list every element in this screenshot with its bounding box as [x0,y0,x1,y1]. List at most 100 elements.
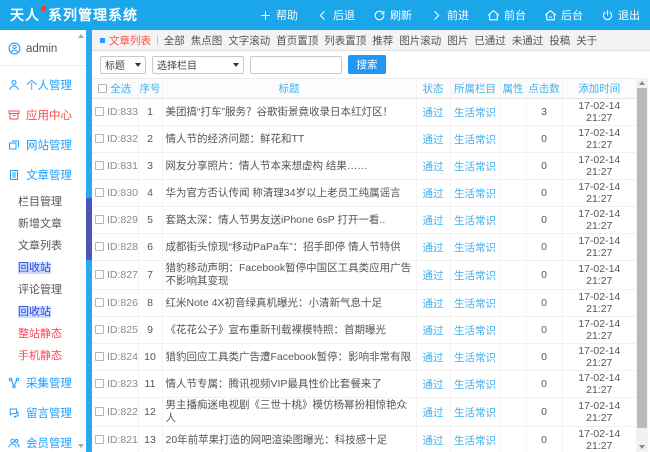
front-site-button[interactable]: 前台 [487,7,526,23]
tab-item[interactable]: 文字滚动 [228,35,270,47]
row-title-link[interactable]: 《花花公子》宣布重新刊载裸模特照：首期曝光 [166,324,387,336]
tab-item[interactable]: 列表置顶 [324,35,366,47]
submenu-new-article[interactable]: 新增文章 [0,212,86,234]
sidebar-item-site-management[interactable]: 网站管理 [0,130,86,160]
row-checkbox[interactable] [95,107,104,116]
submenu-comment-management[interactable]: 评论管理 [0,278,86,300]
row-status-link[interactable]: 通过 [423,215,444,227]
row-title-link[interactable]: 20年前苹果打造的网吧渲染图曝光：科技感十足 [166,434,388,446]
row-checkbox[interactable] [95,215,104,224]
sidebar-scrollbar[interactable] [86,30,92,452]
row-checkbox[interactable] [95,435,104,444]
refresh-button[interactable]: 刷新 [373,7,412,23]
category-select[interactable]: 选择栏目 [152,56,244,74]
submenu-site-static[interactable]: 整站静态 [0,322,86,344]
row-status-link[interactable]: 通过 [423,134,444,146]
sidebar-scroll-up-icon[interactable] [78,34,84,38]
row-title-link[interactable]: 网友分享照片：情人节本来想虚构 结果…… [166,160,368,172]
row-title-link[interactable]: 猎豹移动声明：Facebook暂停中国区工具类应用广告不影响其变现 [166,262,412,287]
tab-item[interactable]: 焦点图 [191,35,223,47]
tab-article-list[interactable]: 文章列表 [109,33,151,48]
row-category-link[interactable]: 生活常识 [454,407,496,419]
row-category-link[interactable]: 生活常识 [454,270,496,282]
row-checkbox[interactable] [95,298,104,307]
logout-button[interactable]: 退出 [601,7,640,23]
row-category-link[interactable]: 生活常识 [454,242,496,254]
row-status-link[interactable]: 通过 [423,298,444,310]
row-status-link[interactable]: 通过 [423,435,444,447]
row-category-link[interactable]: 生活常识 [454,134,496,146]
submenu-mobile-static[interactable]: 手机静态 [0,344,86,366]
sidebar-item-personal[interactable]: 个人管理 [0,70,86,100]
back-site-button[interactable]: 后台 [544,7,583,23]
row-title-link[interactable]: 红米Note 4X初音绿真机曝光：小清新气息十足 [166,297,382,309]
row-checkbox[interactable] [95,352,104,361]
row-title-link[interactable]: 套路太深：情人节男友送iPhone 6sP 打开一看.. [166,214,386,226]
row-status-link[interactable]: 通过 [423,379,444,391]
scroll-up-arrow-icon[interactable] [639,81,645,85]
search-button[interactable]: 搜索 [348,55,386,74]
tab-item[interactable]: 关于 [576,35,597,47]
row-checkbox[interactable] [95,242,104,251]
sidebar-scroll-down-icon[interactable] [78,444,84,448]
select-all-checkbox[interactable] [98,84,107,93]
row-status-link[interactable]: 通过 [423,107,444,119]
row-title-link[interactable]: 华为官方否认传闻 称清理34岁以上老员工纯属谣言 [166,187,401,199]
row-status-link[interactable]: 通过 [423,161,444,173]
submenu-recycle-bin-2[interactable]: 回收站 [0,300,86,322]
tab-item[interactable]: 推荐 [372,35,393,47]
row-title-link[interactable]: 情人节专属：腾讯视频VIP最具性价比套餐来了 [166,378,382,390]
row-status-link[interactable]: 通过 [423,325,444,337]
row-title-link[interactable]: 情人节的经济问题：鲜花和TT [166,133,305,145]
tab-item[interactable]: 投稿 [549,35,570,47]
row-status-link[interactable]: 通过 [423,270,444,282]
row-category-link[interactable]: 生活常识 [454,298,496,310]
row-title-link[interactable]: 猎豹回应工具类广告遭Facebook暂停：影响非常有限 [166,351,412,363]
tab-item[interactable]: 未通过 [512,35,544,47]
scroll-down-arrow-icon[interactable] [639,445,645,449]
row-checkbox[interactable] [95,325,104,334]
tab-item[interactable]: 首页置顶 [276,35,318,47]
tab-item[interactable]: 已通过 [474,35,506,47]
tab-item[interactable]: 全部 [164,35,185,47]
row-category-link[interactable]: 生活常识 [454,215,496,227]
tab-item[interactable]: 图片滚动 [399,35,441,47]
row-category-link[interactable]: 生活常识 [454,107,496,119]
row-title-link[interactable]: 成都街头惊现“移动PaPa车”：招手即停 情人节特供 [166,241,401,253]
row-status-link[interactable]: 通过 [423,242,444,254]
row-checkbox[interactable] [95,134,104,143]
row-category-link[interactable]: 生活常识 [454,352,496,364]
row-category-link[interactable]: 生活常识 [454,188,496,200]
back-button[interactable]: 后退 [316,7,355,23]
row-checkbox[interactable] [95,270,104,279]
row-status-link[interactable]: 通过 [423,407,444,419]
keyword-input[interactable] [250,56,342,74]
sidebar-item-collect-management[interactable]: 采集管理 [0,368,86,398]
row-category-link[interactable]: 生活常识 [454,161,496,173]
help-button[interactable]: 帮助 [259,7,298,23]
row-status-link[interactable]: 通过 [423,188,444,200]
row-status-link[interactable]: 通过 [423,352,444,364]
submenu-column-management[interactable]: 栏目管理 [0,190,86,212]
table-vertical-scrollbar[interactable] [636,78,648,452]
row-title-link[interactable]: 美团搞“打车”服务？谷歌街景竟收录日本红灯区！ [166,106,394,118]
sidebar-item-member-management[interactable]: 会员管理 [0,428,86,452]
row-category-link[interactable]: 生活常识 [454,379,496,391]
submenu-article-list[interactable]: 文章列表 [0,234,86,256]
sidebar-scrollbar-thumb[interactable] [86,198,92,260]
submenu-recycle-bin-1[interactable]: 回收站 [0,256,86,278]
field-select[interactable]: 标题 [100,56,146,74]
sidebar-item-message-management[interactable]: 留言管理 [0,398,86,428]
row-category-link[interactable]: 生活常识 [454,325,496,337]
row-checkbox[interactable] [95,407,104,416]
row-category-link[interactable]: 生活常识 [454,435,496,447]
forward-button[interactable]: 前进 [430,7,469,23]
sidebar-item-app-center[interactable]: 应用中心 [0,100,86,130]
table-scrollbar-thumb[interactable] [637,88,647,428]
tab-item[interactable]: 图片 [447,35,468,47]
row-checkbox[interactable] [95,161,104,170]
row-checkbox[interactable] [95,379,104,388]
sidebar-item-article-management[interactable]: 文章管理 [0,160,86,190]
row-title-link[interactable]: 男主播痴迷电视剧《三世十桃》模仿杨幂扮相惊艳众人 [166,399,408,424]
row-checkbox[interactable] [95,188,104,197]
